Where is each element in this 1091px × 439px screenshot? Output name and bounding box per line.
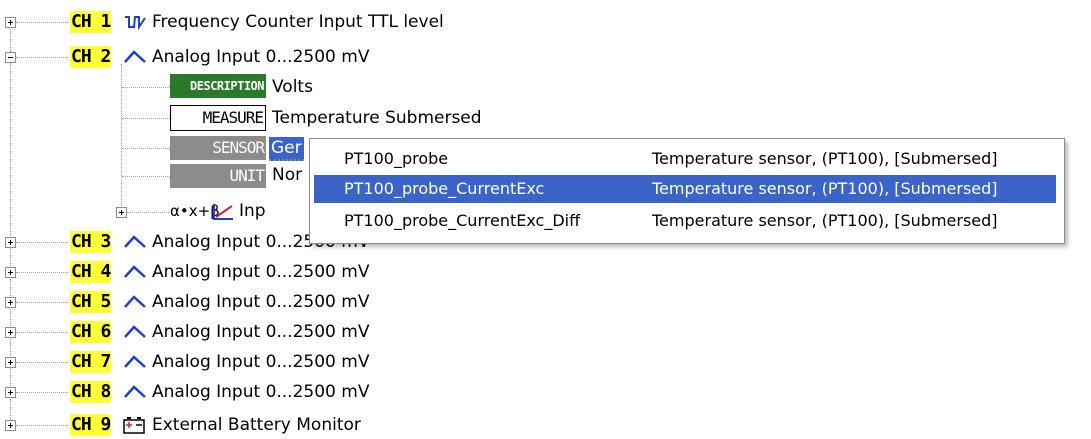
measure-value[interactable]: Temperature Submersed [272, 107, 482, 129]
analog-wave-icon [124, 385, 146, 398]
channel-label: Analog Input 0...2500 mV [152, 292, 370, 312]
analog-wave-icon [124, 50, 146, 63]
tree-branch-line [16, 302, 68, 303]
frequency-wave-icon [125, 16, 146, 30]
option-name: PT100_probe_CurrentExc_Diff [344, 211, 581, 230]
channel-id: CH 9 [70, 414, 111, 436]
channel-label: Analog Input 0...2500 mV [152, 352, 370, 372]
option-description: Temperature sensor, (PT100), [Submersed] [652, 179, 998, 198]
tree-branch-line [16, 425, 68, 426]
battery-icon [123, 417, 145, 434]
channel-id: CH 7 [70, 351, 111, 373]
expand-toggle-icon[interactable] [5, 420, 16, 431]
expand-toggle-icon[interactable] [5, 237, 16, 248]
tree-branch-line [122, 118, 170, 119]
channel-label: Analog Input 0...2500 mV [152, 47, 370, 67]
option-description: Temperature sensor, (PT100), [Submersed] [652, 149, 998, 168]
expand-toggle-icon[interactable] [5, 297, 16, 308]
expand-toggle-icon[interactable] [5, 387, 16, 398]
tree-branch-line [16, 332, 68, 333]
tree-branch-line [122, 148, 170, 149]
description-tag: DESCRIPTION [170, 74, 266, 98]
channel-id: CH 2 [70, 46, 111, 68]
measure-tag: MEASURE [170, 105, 266, 131]
expand-toggle-icon[interactable] [5, 357, 16, 368]
channel-label: Analog Input 0...2500 mV [152, 322, 370, 342]
analog-wave-icon [124, 355, 146, 368]
channel-label: External Battery Monitor [152, 415, 361, 435]
option-name: PT100_probe_CurrentExc [344, 179, 545, 198]
option-name: PT100_probe [344, 149, 449, 168]
channel-label: Analog Input 0...2500 mV [152, 262, 370, 282]
option-description: Temperature sensor, (PT100), [Submersed] [652, 211, 998, 230]
tree-branch-line [122, 87, 170, 88]
channel-label: Analog Input 0...2500 mV [152, 382, 370, 402]
analog-wave-icon [124, 265, 146, 278]
sensor-tag: SENSOR [170, 136, 266, 160]
dropdown-option-selected[interactable]: PT100_probe_CurrentExc Temperature senso… [314, 175, 1056, 203]
analog-wave-icon [124, 235, 146, 248]
channel-id: CH 1 [70, 11, 111, 33]
linear-graph-icon [213, 204, 233, 220]
sensor-value-edit[interactable]: Ger [269, 137, 304, 161]
channel-id: CH 6 [70, 321, 111, 343]
tree-trunk-line [10, 20, 11, 430]
channel-label: Frequency Counter Input TTL level [152, 12, 444, 32]
tree-branch-line [16, 272, 68, 273]
sensor-dropdown-list[interactable]: PT100_probe Temperature sensor, (PT100),… [309, 138, 1065, 244]
expand-toggle-icon[interactable] [5, 267, 16, 278]
channel-id: CH 4 [70, 261, 111, 283]
analog-wave-icon [124, 295, 146, 308]
analog-wave-icon [124, 325, 146, 338]
tree-branch-line [16, 242, 68, 243]
tree-branch-line [16, 57, 68, 58]
tree-branch-line [122, 176, 170, 177]
channel-id: CH 8 [70, 381, 111, 403]
dropdown-option[interactable]: PT100_probe_CurrentExc_Diff Temperature … [314, 207, 1056, 235]
channel-id: CH 5 [70, 291, 111, 313]
expand-toggle-icon[interactable] [5, 327, 16, 338]
expand-toggle-icon[interactable] [116, 207, 127, 218]
unit-value[interactable]: Nor [272, 164, 302, 186]
tree-branch-line [16, 392, 68, 393]
collapse-toggle-icon[interactable] [5, 52, 16, 63]
expand-toggle-icon[interactable] [5, 17, 16, 28]
dropdown-option[interactable]: PT100_probe Temperature sensor, (PT100),… [314, 145, 1056, 173]
tree-branch-line [16, 22, 68, 23]
description-value[interactable]: Volts [272, 76, 313, 98]
unit-tag: UNIT [170, 164, 266, 188]
formula-value[interactable]: Inp [239, 200, 266, 222]
channel-id: CH 3 [70, 231, 111, 253]
tree-branch-line [16, 362, 68, 363]
tree-branch-line [127, 212, 169, 213]
